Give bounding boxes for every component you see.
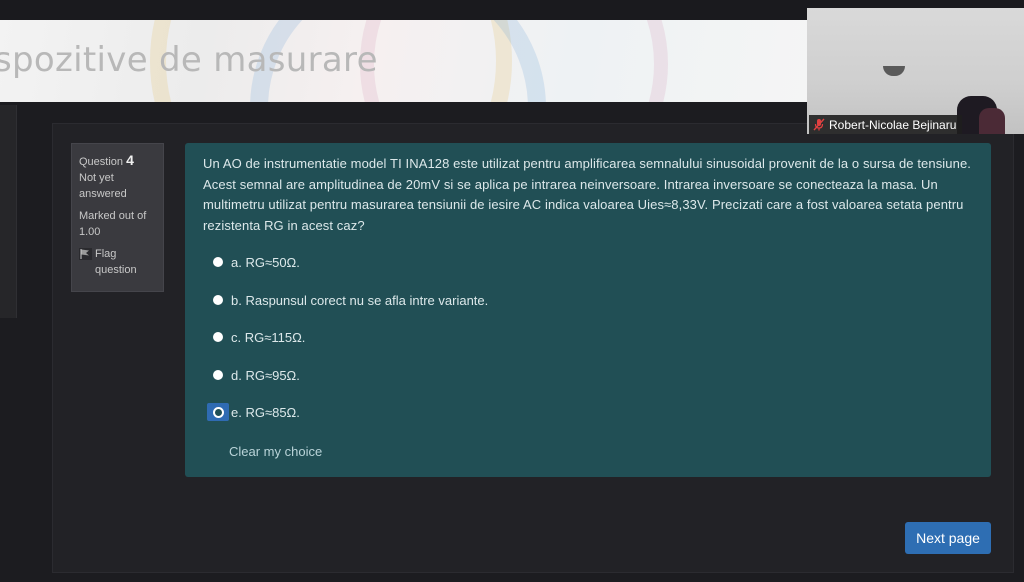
answer-label[interactable]: a. RG≈50Ω.	[231, 255, 300, 270]
answer-option-b[interactable]: b. Raspunsul corect nu se afla intre var…	[207, 291, 488, 309]
answer-label[interactable]: b. Raspunsul corect nu se afla intre var…	[231, 293, 488, 308]
video-background-object	[883, 66, 905, 76]
answer-label[interactable]: c. RG≈115Ω.	[231, 330, 305, 345]
clear-choice-link[interactable]: Clear my choice	[229, 444, 322, 459]
answer-radio[interactable]	[207, 328, 229, 346]
flag-label[interactable]: Flag question	[95, 246, 156, 278]
question-number-value: 4	[126, 152, 134, 168]
answer-radio[interactable]	[207, 253, 229, 271]
question-label: Question	[79, 156, 124, 168]
flag-icon[interactable]	[79, 248, 92, 260]
question-content: Un AO de instrumentatie model TI INA128 …	[185, 143, 991, 477]
flag-question-link[interactable]: Flag question	[79, 246, 156, 278]
question-state: Not yet answered	[79, 172, 127, 200]
next-page-button[interactable]: Next page	[905, 522, 991, 554]
question-info-panel: Question 4 Not yet answered Marked out o…	[71, 143, 164, 292]
answer-option-a[interactable]: a. RG≈50Ω.	[207, 253, 300, 271]
answer-option-c[interactable]: c. RG≈115Ω.	[207, 328, 305, 346]
video-background-object	[979, 108, 1005, 134]
answer-radio[interactable]	[207, 366, 229, 384]
participant-name-bar: Robert-Nicolae Bejinaru	[809, 115, 963, 134]
answer-radio-selected[interactable]	[207, 403, 229, 421]
question-grade: Marked out of 1.00	[79, 210, 147, 238]
answer-option-d[interactable]: d. RG≈95Ω.	[207, 366, 300, 384]
participant-name: Robert-Nicolae Bejinaru	[829, 117, 957, 132]
question-text: Un AO de instrumentatie model TI INA128 …	[203, 156, 971, 233]
answer-label[interactable]: d. RG≈95Ω.	[231, 368, 300, 383]
question-number: Question 4	[79, 152, 156, 170]
muted-mic-icon	[813, 118, 825, 131]
course-banner: spozitive de masurare	[0, 20, 820, 102]
banner-decoration	[360, 20, 668, 102]
left-panel	[0, 105, 17, 318]
course-title: spozitive de masurare	[0, 40, 378, 80]
answer-radio[interactable]	[207, 291, 229, 309]
answer-option-e[interactable]: e. RG≈85Ω.	[207, 403, 300, 421]
answer-label[interactable]: e. RG≈85Ω.	[231, 405, 300, 420]
